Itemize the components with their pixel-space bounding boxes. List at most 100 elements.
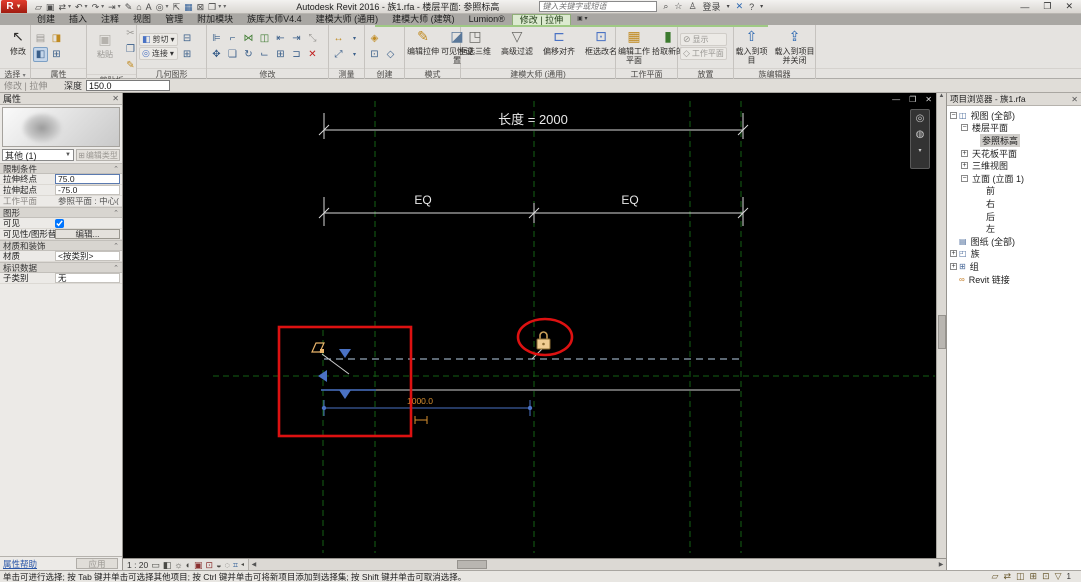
section-icon[interactable]: ⇱: [173, 1, 181, 13]
view-minimize-icon[interactable]: —: [892, 95, 900, 104]
split-icon[interactable]: ⇤: [273, 31, 288, 46]
material-value[interactable]: <按类别>: [55, 251, 120, 261]
view-restore-icon[interactable]: ❐: [909, 95, 916, 104]
dimension-tool-icon[interactable]: ⤢: [331, 47, 346, 62]
scroll-up-icon[interactable]: ▲: [939, 93, 945, 99]
tree-item-views[interactable]: − ◫ 视图 (全部): [950, 109, 1081, 122]
aligned-dimension-icon[interactable]: ✎: [125, 1, 133, 13]
undo-icon[interactable]: ↶: [75, 1, 83, 13]
paste-button[interactable]: ▣ 粘贴: [89, 30, 121, 70]
filter-icon[interactable]: ▽: [1055, 571, 1062, 582]
editing-requests-icon[interactable]: ⇄: [1003, 571, 1011, 582]
tab-modify-extrusion[interactable]: 修改 | 拉伸: [511, 14, 572, 25]
view-close-icon[interactable]: ✕: [925, 95, 932, 104]
worksharing-icon[interactable]: ▱: [992, 571, 999, 582]
measure-tool-icon[interactable]: ↔: [331, 31, 346, 46]
join-geometry-button[interactable]: ◎ 连接 ▾: [139, 47, 178, 60]
tree-item-sheets[interactable]: ▤ 图纸 (全部): [950, 235, 1081, 248]
properties-toggle-icon[interactable]: ◧: [33, 47, 48, 62]
mirror-pick-axis-icon[interactable]: ⋈: [241, 31, 256, 46]
tab-create[interactable]: 创建: [30, 14, 62, 25]
edit-extrusion-button[interactable]: ✎ 编辑拉伸: [407, 27, 439, 67]
padlock-shackle[interactable]: [539, 331, 548, 339]
tree-item-ceilingplans[interactable]: + 天花板平面: [950, 147, 1081, 160]
family-types-icon[interactable]: ⊞: [49, 47, 64, 62]
tree-item-floorplans[interactable]: − 楼层平面: [950, 122, 1081, 135]
redo-icon[interactable]: ↷: [92, 1, 100, 13]
customize-qat-icon[interactable]: ▾: [223, 1, 226, 13]
chevron-down-icon[interactable]: ▾: [918, 146, 921, 156]
temp-dim-grip[interactable]: [527, 405, 533, 411]
property-sheet-icon[interactable]: ▤: [33, 31, 48, 46]
type-preview[interactable]: [2, 107, 120, 147]
expand-toggle[interactable]: +: [961, 149, 968, 157]
thin-lines-icon[interactable]: ▦: [184, 1, 193, 13]
box-rename-button[interactable]: ⊡ 框选改名: [583, 27, 619, 67]
array-icon[interactable]: ⊞: [273, 47, 288, 62]
search-input[interactable]: [540, 2, 657, 11]
close-icon[interactable]: ✕: [112, 94, 119, 103]
visual-style-icon[interactable]: ◧: [163, 559, 172, 571]
split-gap-icon[interactable]: ⇥: [289, 31, 304, 46]
close-icon[interactable]: ✕: [1065, 1, 1073, 12]
tree-item-families[interactable]: + ◰ 族: [950, 248, 1081, 261]
tree-item-revit-links[interactable]: ∞ Revit 链接: [950, 273, 1081, 286]
drag-elements-icon[interactable]: ⊡: [1042, 571, 1050, 582]
exchange-apps-icon[interactable]: ✕: [736, 1, 744, 12]
tag-icon[interactable]: ⌂: [136, 1, 141, 13]
tab-insert[interactable]: 插入: [62, 14, 94, 25]
view-scale[interactable]: 1 : 20: [127, 560, 148, 570]
trim-extend-icon[interactable]: ⌙: [257, 47, 272, 62]
depth-input[interactable]: [86, 80, 171, 91]
tree-item-back[interactable]: 后: [950, 210, 1081, 223]
tree-item-elevations[interactable]: − 立面 (立面 1): [950, 172, 1081, 185]
default-3d-view-icon[interactable]: ◎: [156, 1, 164, 13]
vertical-scroll-thumb[interactable]: [938, 315, 946, 349]
search-icon[interactable]: ⌕: [663, 1, 668, 12]
length-dimension-label[interactable]: 长度 = 2000: [498, 112, 568, 127]
tree-item-3dviews[interactable]: + 三维视图: [950, 159, 1081, 172]
steering-wheel-icon[interactable]: ◎: [916, 114, 925, 124]
tab-addins[interactable]: 附加模块: [190, 14, 240, 25]
help-search-box[interactable]: [539, 1, 658, 12]
sync-icon[interactable]: ⇄: [58, 1, 66, 13]
match-type-icon[interactable]: ✎: [123, 58, 138, 73]
sun-path-icon[interactable]: ☼: [174, 559, 182, 571]
chevron-down-icon[interactable]: ▾: [347, 31, 362, 46]
align-icon[interactable]: ⊫: [209, 31, 224, 46]
shadows-icon[interactable]: ◐: [186, 559, 191, 571]
expand-toggle[interactable]: +: [950, 250, 957, 258]
edit-workplane-button[interactable]: ▦ 编辑工作平面: [618, 27, 650, 67]
cut-geometry-button[interactable]: ◧ 剪切 ▾: [139, 33, 178, 46]
shape-handle-down[interactable]: [339, 349, 351, 358]
chevron-down-icon[interactable]: ▾: [101, 1, 104, 13]
offset-align-button[interactable]: ⊏ 偏移对齐: [541, 27, 577, 67]
crop-view-icon[interactable]: ▣: [194, 559, 203, 571]
collapse-toggle[interactable]: −: [961, 174, 968, 182]
show-constraints-icon[interactable]: ⌗: [233, 559, 238, 571]
mirror-draw-axis-icon[interactable]: ◫: [257, 31, 272, 46]
advanced-filter-button[interactable]: ▽ 高级过滤: [499, 27, 535, 67]
chevron-down-icon[interactable]: ▾: [68, 1, 71, 13]
family-category-icon[interactable]: ◨: [49, 31, 64, 46]
chevron-down-icon[interactable]: ▾: [218, 1, 221, 13]
zoom-icon[interactable]: ◍: [916, 130, 925, 140]
create-assembly-icon[interactable]: ◇: [383, 47, 398, 62]
close-icon[interactable]: ✕: [1071, 95, 1078, 104]
application-menu-button[interactable]: R ▼: [1, 0, 27, 13]
eq-label-left[interactable]: EQ: [414, 193, 431, 207]
copy-element-icon[interactable]: ❏: [225, 47, 240, 62]
subcategory-value[interactable]: 无: [55, 273, 120, 283]
dim-style-toggle-icon[interactable]: [414, 416, 428, 424]
wall-joins-icon[interactable]: ⊟: [180, 31, 195, 46]
collapse-toggle[interactable]: −: [961, 124, 968, 132]
expand-toggle[interactable]: +: [961, 162, 968, 170]
signin-label[interactable]: 登录: [703, 0, 721, 13]
tree-item-ref-level[interactable]: 参照标高: [950, 133, 1081, 147]
eq-label-right[interactable]: EQ: [621, 193, 638, 207]
user-icon[interactable]: ♙: [688, 1, 696, 12]
tab-bim-general[interactable]: 建模大师 (通用): [309, 14, 386, 25]
tab-lumion[interactable]: Lumion®: [462, 14, 512, 25]
switch-windows-icon[interactable]: ❐: [208, 1, 216, 13]
visibility-overrides-edit-button[interactable]: 编辑...: [55, 229, 120, 239]
